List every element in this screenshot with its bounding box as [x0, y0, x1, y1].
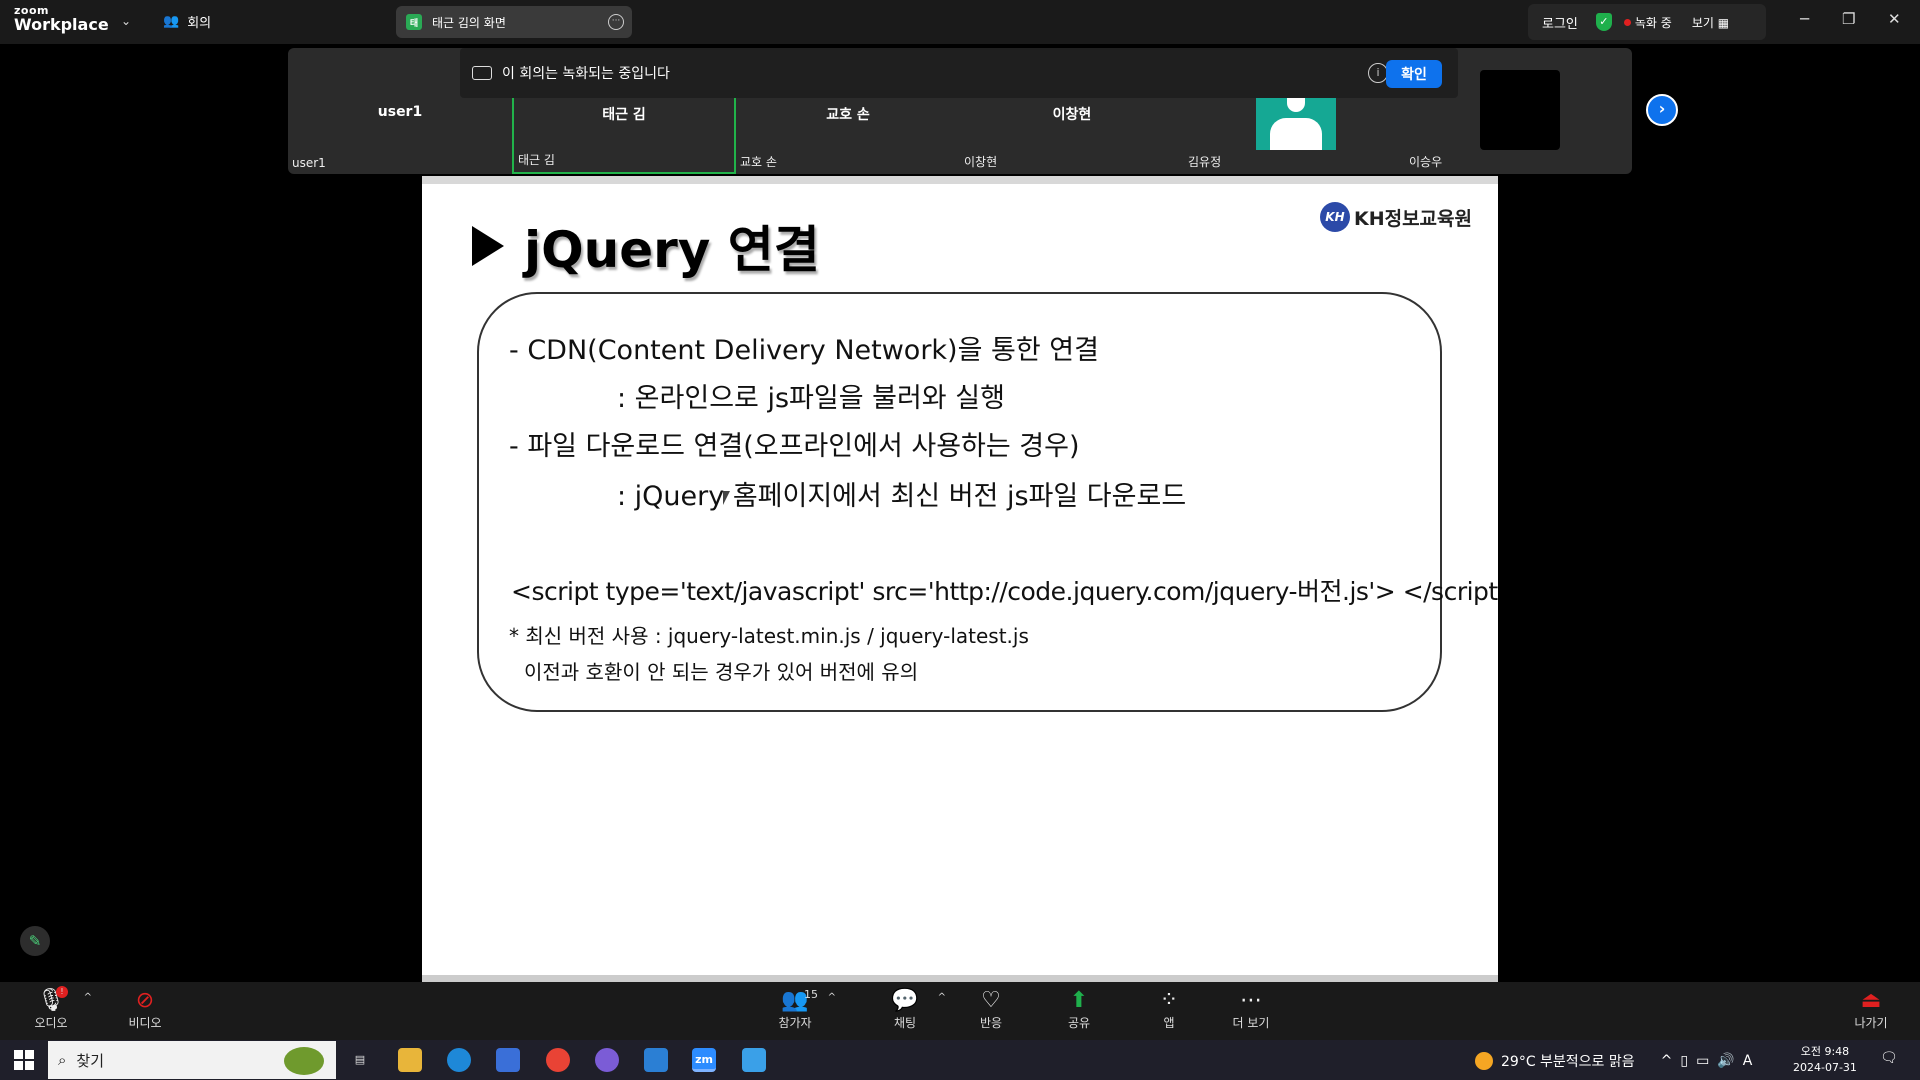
taskbar-search-box[interactable]: ⌕ 찾기 — [48, 1041, 336, 1079]
participants-icon: 👥 — [781, 988, 809, 1013]
play-triangle-icon — [472, 226, 504, 266]
info-icon[interactable]: i — [1368, 63, 1388, 83]
ime-indicator[interactable]: A — [1743, 1053, 1753, 1069]
chevron-up-icon[interactable]: ^ — [938, 992, 946, 1003]
participant-tile-active-speaker[interactable]: 태근 김 태근 김 — [512, 98, 736, 174]
leave-button[interactable]: ⏏ 나가기 — [1836, 988, 1906, 1031]
banner-text: 이 회의는 녹화되는 중입니다 — [502, 66, 670, 82]
minimize-icon[interactable]: ─ — [1800, 10, 1809, 28]
share-tab-label: 태근 김의 화면 — [432, 15, 506, 30]
chrome-icon[interactable] — [546, 1048, 570, 1072]
share-screen-icon: 태 — [406, 14, 422, 30]
kh-logo: KH KH정보교육원 — [1319, 202, 1472, 232]
chevron-down-icon[interactable]: ⌄ — [121, 14, 131, 28]
microsoft-store-icon[interactable] — [496, 1048, 520, 1072]
video-button[interactable]: ⊘ 비디오 — [110, 988, 180, 1031]
heart-icon: ♡ — [981, 988, 1001, 1013]
discord-icon[interactable] — [595, 1048, 619, 1072]
more-dots-icon: ⋯ — [1240, 988, 1262, 1013]
recording-indicator[interactable]: 녹화 중 — [1623, 14, 1672, 31]
confirm-button[interactable]: 확인 — [1386, 60, 1442, 88]
windows-start-icon[interactable] — [14, 1050, 34, 1070]
network-icon[interactable]: ▭ — [1696, 1053, 1709, 1069]
search-highlight-image — [284, 1047, 324, 1075]
chevron-up-icon[interactable]: ^ — [1661, 1053, 1673, 1069]
login-button[interactable]: 로그인 — [1542, 13, 1578, 32]
microphone-icon: 🎙 — [37, 988, 65, 1013]
zoom-logo: zoom Workplace — [14, 4, 109, 34]
bullet-cdn-desc: : 온라인으로 js파일을 불러와 실행 — [617, 383, 1005, 414]
speaker-icon[interactable]: 🔊 — [1717, 1053, 1734, 1069]
meeting-toolbar: 🎙! 오디오 ^ ⊘ 비디오 👥 15 참가자 ^ 💬 채팅 ^ ♡ 반응 ⬆ 공유 ⁘… — [0, 982, 1920, 1040]
security-shield-icon[interactable]: ✓ — [1595, 13, 1612, 31]
share-up-arrow-icon: ⬆ — [1069, 988, 1089, 1013]
participant-tile[interactable]: 이승우 — [1408, 98, 1598, 174]
camera-record-icon — [472, 66, 492, 80]
alert-badge: ! — [56, 986, 68, 998]
apps-icon: ⁘ — [1159, 988, 1179, 1013]
more-button[interactable]: ⋯ 더 보기 — [1216, 988, 1286, 1031]
chat-icon: 💬 — [891, 988, 919, 1013]
taskbar-clock[interactable]: 오전 9:48 2024-07-31 — [1793, 1044, 1857, 1076]
mouse-cursor-icon — [723, 491, 730, 505]
people-icon: 👥 — [163, 14, 180, 29]
meeting-menu[interactable]: 👥 회의 — [163, 12, 211, 31]
vscode-icon[interactable] — [644, 1048, 668, 1072]
script-tag-example: <script type='text/javascript' src='http… — [511, 577, 1498, 606]
slide-title: jQuery 연결 — [472, 210, 820, 282]
notification-icon[interactable]: 🗨 — [1880, 1050, 1898, 1066]
chevron-up-icon[interactable]: ^ — [84, 992, 92, 1003]
view-button[interactable]: 보기 ▦ — [1692, 14, 1729, 31]
usb-icon[interactable]: ▯ — [1680, 1053, 1688, 1069]
next-page-icon[interactable]: › — [1646, 94, 1678, 126]
chevron-up-icon[interactable]: ^ — [828, 992, 836, 1003]
zoom-title-bar: zoom Workplace ⌄ 👥 회의 태 태근 김의 화면 ··· 로그인… — [0, 0, 1920, 44]
windows-taskbar: ⌕ 찾기 ▤ zm 29°C 부분적으로 맑음 ^ ▯ ▭ 🔊 A 오전 9:4… — [0, 1040, 1920, 1080]
leave-door-icon: ⏏ — [1860, 988, 1882, 1013]
audio-button[interactable]: 🎙! 오디오 ^ — [16, 986, 92, 1031]
note-compat: 이전과 호환이 안 되는 경우가 있어 버전에 유의 — [524, 660, 919, 684]
restore-icon[interactable]: ❐ — [1842, 10, 1855, 28]
meeting-label: 회의 — [187, 16, 212, 31]
annotate-pencil-icon[interactable]: ✎ — [20, 926, 50, 956]
paint-app-icon[interactable] — [742, 1048, 766, 1072]
weather-text[interactable]: 29°C 부분적으로 맑음 — [1501, 1051, 1635, 1071]
system-tray: 29°C 부분적으로 맑음 ^ ▯ ▭ 🔊 A — [1475, 1051, 1752, 1071]
share-button[interactable]: ⬆ 공유 — [1044, 988, 1114, 1031]
content-box: - CDN(Content Delivery Network)을 통한 연결 :… — [477, 292, 1498, 712]
zoom-app-icon[interactable]: zm — [692, 1048, 716, 1072]
bullet-download: - 파일 다운로드 연결(오프라인에서 사용하는 경우) — [509, 431, 1080, 462]
more-options-icon[interactable]: ··· — [608, 14, 624, 30]
participant-tile[interactable]: 이창현 이창현 — [960, 98, 1184, 174]
presentation-slide: jQuery 연결 KH KH정보교육원 - CDN(Content Deliv… — [422, 176, 1498, 982]
task-view-icon[interactable]: ▤ — [348, 1048, 372, 1072]
file-explorer-icon[interactable] — [398, 1048, 422, 1072]
close-icon[interactable]: ✕ — [1888, 10, 1901, 28]
apps-button[interactable]: ⁘ 앱 — [1134, 988, 1204, 1031]
note-latest: * 최신 버전 사용 : jquery-latest.min.js / jque… — [509, 624, 1029, 648]
participants-button[interactable]: 👥 15 참가자 ^ — [760, 988, 836, 1031]
participant-tile[interactable]: 교호 손 교호 손 — [736, 98, 960, 174]
participant-tile[interactable]: 김유정 — [1184, 98, 1408, 174]
weather-icon — [1475, 1052, 1493, 1070]
participant-tile[interactable]: user1 user1 — [288, 98, 512, 174]
search-icon: ⌕ — [58, 1051, 67, 1069]
bullet-cdn: - CDN(Content Delivery Network)을 통한 연결 — [509, 335, 1099, 366]
video-off-icon: ⊘ — [135, 988, 155, 1013]
record-dot-icon — [1623, 18, 1631, 26]
bullet-download-desc: : jQuery 홈페이지에서 최신 버전 js파일 다운로드 — [617, 481, 1187, 512]
recording-banner: 이 회의는 녹화되는 중입니다 i 확인 — [460, 48, 1458, 98]
top-right-controls: 로그인 ✓ 녹화 중 보기 ▦ — [1528, 4, 1766, 40]
edge-browser-icon[interactable] — [447, 1048, 471, 1072]
chat-button[interactable]: 💬 채팅 ^ — [870, 988, 946, 1031]
reactions-button[interactable]: ♡ 반응 — [956, 988, 1026, 1031]
share-screen-tab[interactable]: 태 태근 김의 화면 ··· — [396, 6, 632, 38]
